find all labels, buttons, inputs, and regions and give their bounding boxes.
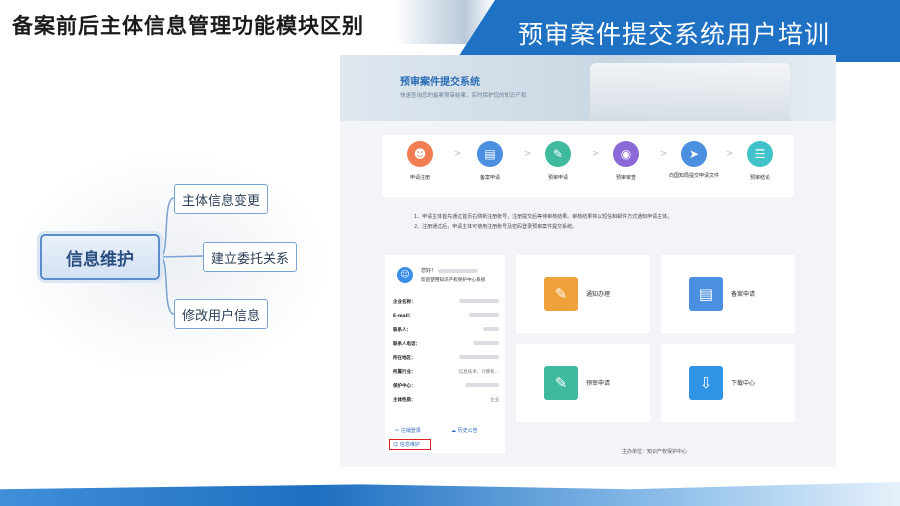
send-icon: ➤ — [681, 141, 707, 167]
bottom-wave — [0, 482, 900, 506]
megaphone-icon: ✎ — [544, 277, 578, 311]
step-pre-review-apply[interactable]: ✎ 预审申请 — [528, 141, 588, 182]
mindmap-node-entrust: 建立委托关系 — [203, 242, 297, 272]
user-header: ☺ 您好！ 欢迎使用知识产权保护中心系统 — [393, 261, 503, 289]
instructions: 1、申请主体首先通过首页右侧新注册账号，注册提交后等待审核结果。审核结果将以短信… — [414, 212, 672, 232]
logout-link[interactable]: ⇨ 注销登录 — [395, 427, 421, 434]
user-org: 欢迎使用知识产权保护中心系统 — [421, 278, 486, 283]
folder-icon: ▤ — [689, 277, 723, 311]
func-download[interactable]: ⇩ 下载中心 — [661, 344, 795, 422]
highlight-box — [389, 439, 431, 450]
folder-icon: ▤ — [477, 141, 503, 167]
laptop-image — [590, 63, 790, 121]
step-label: 向国知局提交申请文件 — [668, 173, 719, 179]
document-edit-icon: ✎ — [545, 141, 571, 167]
banner-title: 预审案件提交系统用户培训 — [518, 20, 831, 49]
list-doc-icon: ☰ — [747, 141, 773, 167]
step-label: 预审申请 — [547, 175, 568, 181]
history-notice-link[interactable]: ☁ 历史公告 — [451, 427, 478, 434]
step-label: 备案申请 — [479, 175, 500, 181]
document-edit-icon: ✎ — [544, 366, 578, 400]
mindmap-node-user-info: 修改用户信息 — [174, 299, 268, 329]
instruction-line: 1、申请主体首先通过首页右侧新注册账号，注册提交后等待审核结果。审核结果将以短信… — [414, 214, 673, 220]
user-id-icon: ☻ — [407, 141, 433, 167]
user-avatar-icon: ☺ — [397, 267, 413, 283]
system-screenshot: 预审案件提交系统 快速查询您的备案预审结果，实时保护您的知识产权 ☻ 申请注册 … — [340, 55, 836, 467]
process-steps: ☻ 申请注册 > ▤ 备案申请 > ✎ 预审申请 > ◉ 预审审查 > ➤ 向国… — [382, 135, 794, 197]
func-label: 预审申请 — [586, 380, 611, 387]
step-label: 申请注册 — [409, 175, 430, 181]
func-label: 通知办理 — [586, 291, 611, 298]
step-label: 预审审查 — [615, 175, 636, 181]
func-label: 备案申请 — [731, 291, 756, 298]
func-notice[interactable]: ✎ 通知办理 — [516, 255, 650, 333]
step-filing[interactable]: ▤ 备案申请 — [460, 141, 520, 182]
func-filing[interactable]: ▤ 备案申请 — [661, 255, 795, 333]
step-register[interactable]: ☻ 申请注册 — [390, 141, 450, 182]
mindmap-connectors — [159, 197, 204, 315]
mindmap-center-node: 信息维护 — [40, 234, 160, 280]
step-conclusion[interactable]: ☰ 预审结论 — [730, 141, 790, 182]
field-center: 保护中心： — [393, 383, 499, 392]
review-icon: ◉ — [613, 141, 639, 167]
mindmap-node-subject-change: 主体信息变更 — [174, 184, 268, 214]
instruction-line: 2、注册通过后，申请主体可使用注册账号及密码登录预审案件提交系统。 — [414, 224, 578, 230]
connector-bottom — [159, 256, 175, 315]
step-label: 预审结论 — [749, 175, 770, 181]
system-subtitle: 快速查询您的备案预审结果，实时保护您的知识产权 — [400, 93, 527, 99]
user-greeting: 您好！ — [421, 267, 478, 274]
field-company: 企业名称： — [393, 299, 499, 308]
step-submit-to-cnipa[interactable]: ➤ 向国知局提交申请文件 — [664, 141, 724, 180]
field-industry: 所属行业： 信息技术、计算机... — [393, 370, 499, 375]
field-region: 所在地区： — [393, 355, 499, 364]
download-icon: ⇩ — [689, 366, 723, 400]
footer-sponsor: 主办单位：知识产权保护中心 — [622, 449, 688, 455]
field-entity-type: 主体性质： 企业 — [393, 398, 499, 403]
system-banner: 预审案件提交系统 快速查询您的备案预审结果，实时保护您的知识产权 — [340, 55, 836, 121]
func-label: 下载中心 — [731, 380, 756, 387]
system-title: 预审案件提交系统 — [400, 77, 480, 88]
user-info-card: ☺ 您好！ 欢迎使用知识产权保护中心系统 企业名称： E-mail： 联系人： … — [385, 255, 505, 453]
field-contact-phone: 联系人电话： — [393, 341, 499, 350]
field-contact: 联系人： — [393, 327, 499, 336]
connector-top — [159, 197, 175, 258]
step-pre-review[interactable]: ◉ 预审审查 — [596, 141, 656, 182]
slide: 备案前后主体信息管理功能模块区别 预审案件提交系统用户培训 信息维护 主体信息变… — [0, 0, 900, 506]
field-email: E-mail： — [393, 313, 499, 322]
func-pre-review[interactable]: ✎ 预审申请 — [516, 344, 650, 422]
connector-middle — [159, 255, 204, 258]
